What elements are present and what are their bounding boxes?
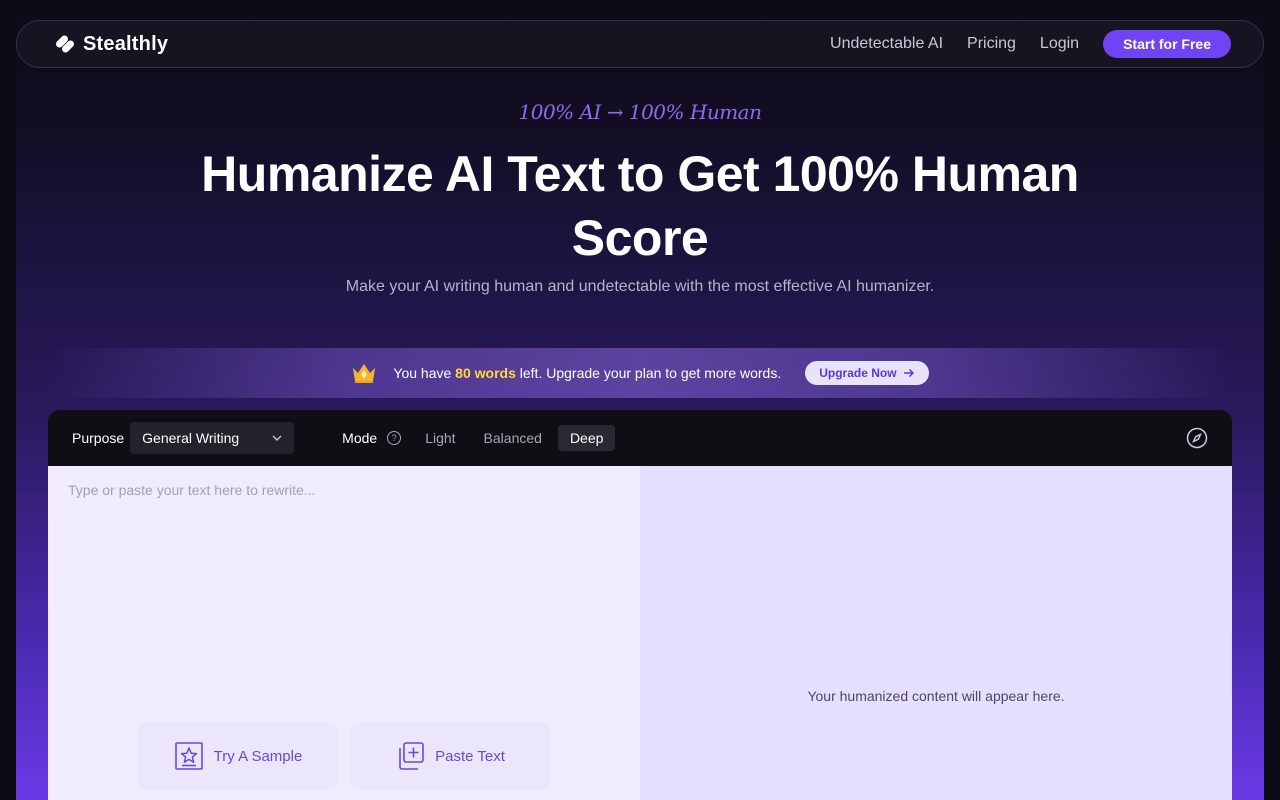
upgrade-banner: You have 80 words left. Upgrade your pla… — [48, 348, 1232, 398]
nav-link-pricing[interactable]: Pricing — [967, 35, 1016, 53]
upgrade-now-button[interactable]: Upgrade Now — [805, 361, 929, 385]
upgrade-message: You have 80 words left. Upgrade your pla… — [393, 365, 781, 381]
compass-icon[interactable] — [1186, 427, 1208, 449]
output-pane: Your humanized content will appear here. — [640, 466, 1232, 800]
crown-icon — [353, 364, 376, 383]
try-sample-label: Try A Sample — [213, 747, 303, 765]
logo-text: Stealthly — [83, 32, 169, 55]
star-icon — [174, 742, 203, 770]
paste-text-button[interactable]: Paste Text — [350, 722, 550, 790]
hero-tagline: 100% AI → 100% Human — [518, 100, 762, 124]
paste-text-label: Paste Text — [435, 747, 505, 765]
help-icon[interactable]: ? — [387, 431, 402, 445]
upgrade-message-suffix: left. Upgrade your plan to get more word… — [515, 365, 782, 381]
mode-selector: Mode ? Light Balanced Deep — [342, 425, 616, 451]
chevron-down-icon — [272, 435, 282, 441]
mode-option-deep[interactable]: Deep — [557, 425, 616, 451]
try-sample-button[interactable]: Try A Sample — [138, 722, 338, 790]
navbar: Stealthly Undetectable AI Pricing Login … — [16, 20, 1264, 68]
page-title: Humanize AI Text to Get 100% Human Score — [201, 146, 1079, 266]
nav-link-undetectable-ai[interactable]: Undetectable AI — [830, 35, 943, 53]
output-placeholder: Your humanized content will appear here. — [807, 688, 1065, 704]
arrow-right-icon — [903, 368, 914, 378]
mode-option-light[interactable]: Light — [413, 425, 467, 451]
upgrade-message-prefix: You have — [393, 365, 456, 381]
upgrade-now-label: Upgrade Now — [819, 366, 897, 380]
input-placeholder: Type or paste your text here to rewrite.… — [68, 482, 316, 498]
mode-label: Mode — [342, 430, 378, 446]
humanizer-editor: Purpose General Writing Mode ? Light Bal… — [48, 410, 1232, 800]
purpose-select[interactable]: General Writing — [130, 422, 295, 454]
purpose-label: Purpose — [72, 430, 125, 446]
paste-icon — [399, 742, 424, 770]
logo[interactable]: Stealthly — [53, 32, 168, 56]
editor-panes: Type or paste your text here to rewrite.… — [48, 466, 1232, 800]
mode-option-balanced[interactable]: Balanced — [472, 425, 554, 451]
input-pane[interactable]: Type or paste your text here to rewrite.… — [48, 466, 640, 800]
editor-toolbar: Purpose General Writing Mode ? Light Bal… — [48, 410, 1232, 466]
start-for-free-button[interactable]: Start for Free — [1103, 30, 1231, 58]
words-left-count: 80 words — [455, 365, 516, 381]
logo-mark-icon — [56, 35, 74, 53]
nav-links: Undetectable AI Pricing Login Start for … — [830, 30, 1231, 58]
purpose-select-value: General Writing — [142, 430, 240, 446]
nav-link-login[interactable]: Login — [1040, 35, 1079, 53]
hero-subtitle: Make your AI writing human and undetecta… — [345, 278, 935, 295]
